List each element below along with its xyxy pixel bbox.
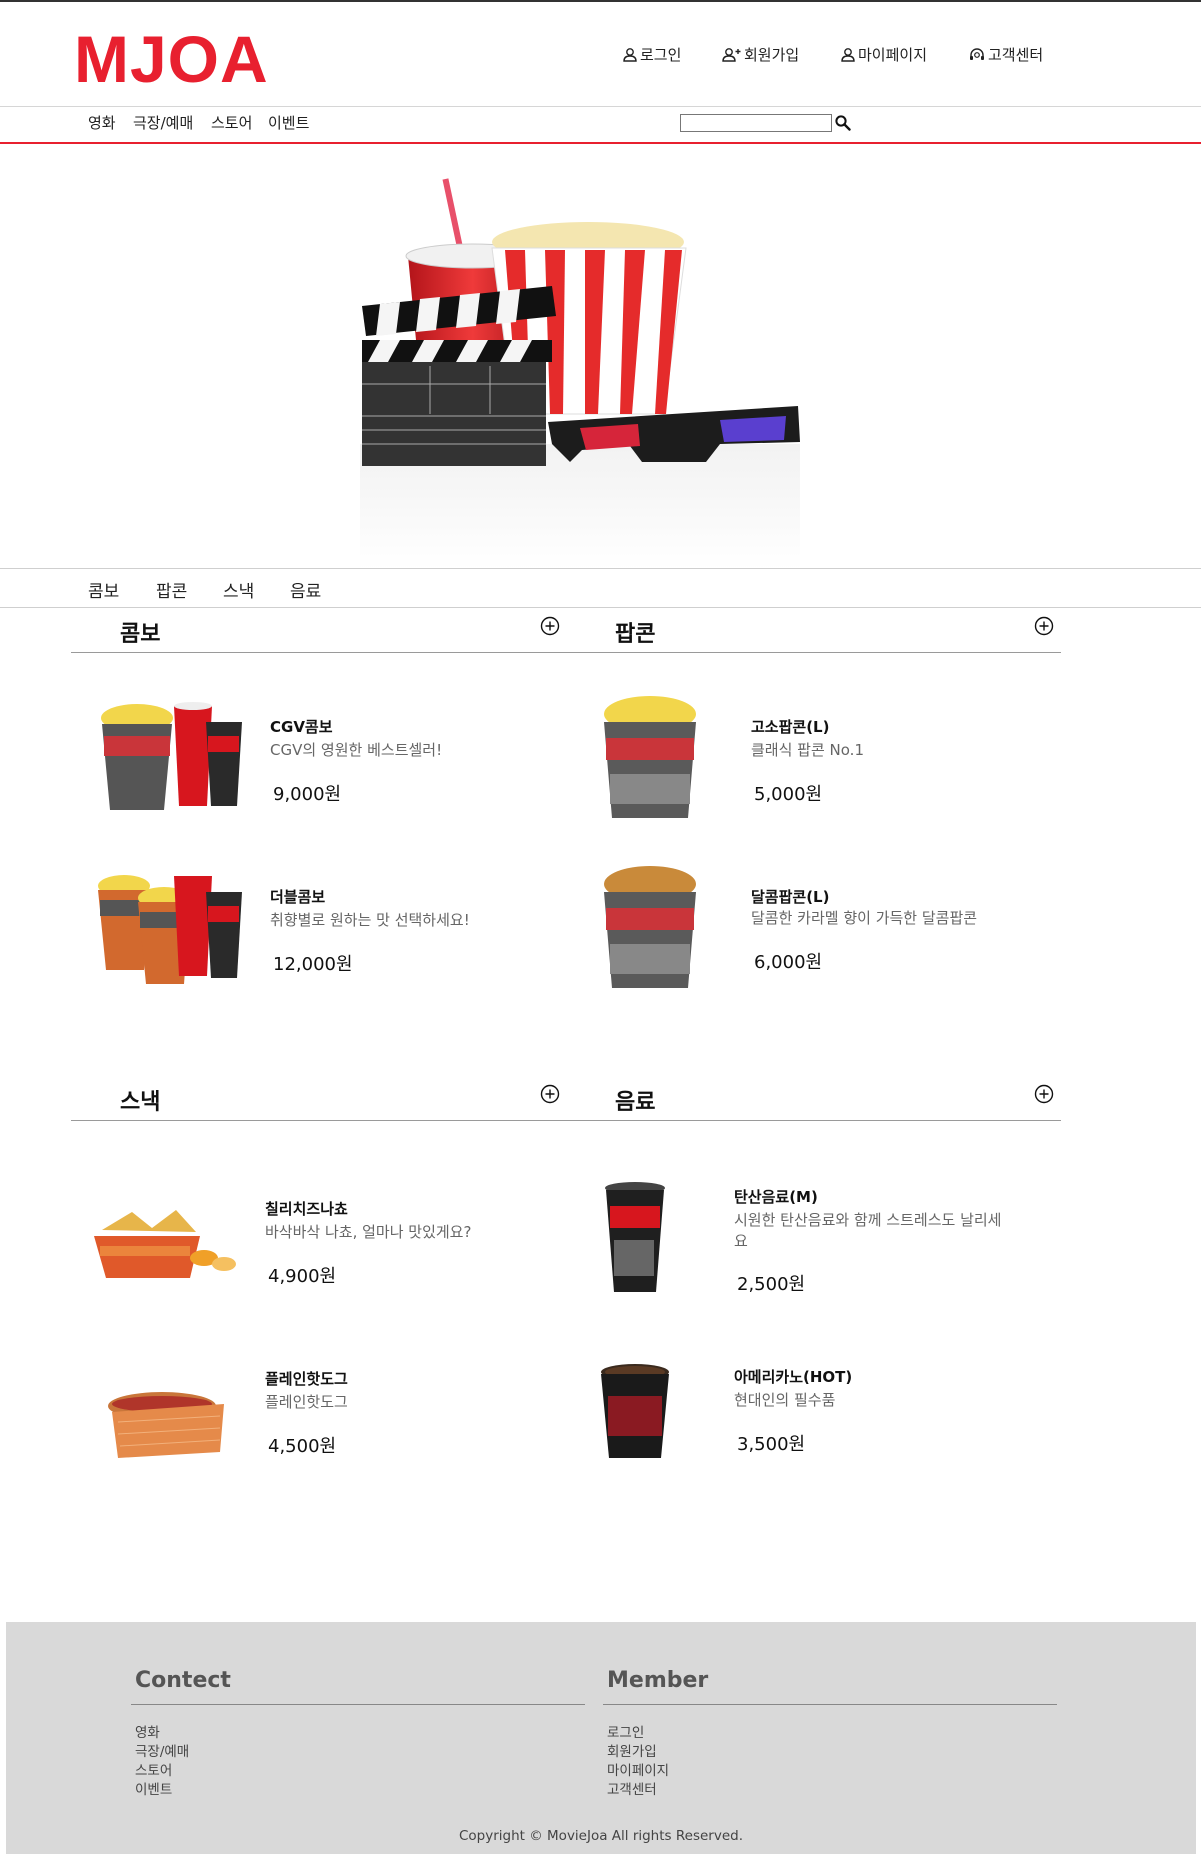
hero-bottom-divider: [0, 568, 1201, 569]
plus-circle-icon[interactable]: [540, 616, 560, 636]
cgv-combo-image: [101, 702, 242, 810]
product-price: 6,000원: [754, 952, 823, 973]
tab-popcorn[interactable]: 팝콘: [156, 577, 187, 602]
product-price: 3,500원: [737, 1434, 806, 1455]
section-title-popcorn: 팝콘: [615, 622, 656, 647]
plus-circle-icon[interactable]: [1034, 1084, 1054, 1104]
gnb-event[interactable]: 이벤트: [268, 112, 309, 133]
gnb-store[interactable]: 스토어: [211, 112, 252, 133]
section-title-snack: 스낵: [120, 1090, 161, 1115]
section-underline: [71, 652, 563, 653]
section-underline: [563, 652, 1061, 653]
signup-link[interactable]: 회원가입: [722, 44, 799, 65]
product-price: 4,500원: [268, 1436, 337, 1457]
section-underline: [71, 1120, 563, 1121]
product-name[interactable]: 아메리카노(HOT): [734, 1366, 852, 1387]
gnb-theater-booking[interactable]: 극장/예매: [133, 112, 193, 133]
product-price: 9,000원: [273, 784, 342, 805]
product-description: 클래식 팝콘 No.1: [751, 741, 864, 759]
user-plus-icon: [722, 47, 741, 62]
double-combo-image: [98, 875, 242, 984]
product-name[interactable]: 탄산음료(M): [734, 1186, 818, 1207]
footer-link-booking[interactable]: 극장/예매: [135, 1743, 189, 1762]
footer-link-login[interactable]: 로그인: [607, 1724, 644, 1743]
nachos-image: [94, 1210, 236, 1278]
product-price: 5,000원: [754, 784, 823, 805]
sweet-popcorn-image: [604, 866, 696, 988]
site-logo[interactable]: MJOA: [74, 26, 269, 92]
plus-circle-icon[interactable]: [540, 1084, 560, 1104]
footer-link-customer-center[interactable]: 고객센터: [607, 1781, 657, 1800]
user-icon: [841, 47, 855, 62]
product-name[interactable]: 달콤팝콘(L): [751, 886, 829, 907]
hero-image: [360, 178, 800, 570]
section-title-combo: 콤보: [120, 622, 161, 647]
tabs-divider: [0, 607, 1201, 608]
user-icon: [623, 47, 637, 62]
footer-divider: [131, 1704, 585, 1705]
product-description: 취향별로 원하는 맛 선택하세요!: [270, 911, 470, 929]
hotdog-image: [108, 1392, 224, 1458]
gnb-movie[interactable]: 영화: [88, 112, 116, 133]
copyright-text: Copyright © MovieJoa All rights Reserved…: [458, 1828, 743, 1844]
mypage-label: 마이페이지: [858, 46, 928, 64]
product-price: 4,900원: [268, 1266, 337, 1287]
header-divider: [0, 106, 1201, 107]
login-link[interactable]: 로그인: [622, 44, 681, 65]
footer-divider: [603, 1704, 1057, 1705]
footer: Contect 영화 극장/예매 스토어 이벤트 Member 로그인 회원가입…: [6, 1622, 1196, 1854]
mypage-link[interactable]: 마이페이지: [840, 44, 927, 65]
product-name[interactable]: 칠리치즈나쵸: [265, 1198, 348, 1219]
footer-link-movie[interactable]: 영화: [135, 1724, 160, 1743]
product-description: 현대인의 필수품: [734, 1391, 836, 1409]
plus-circle-icon[interactable]: [1034, 616, 1054, 636]
top-border: [0, 0, 1201, 2]
product-description: 바삭바삭 나쵸, 얼마나 맛있게요?: [265, 1223, 472, 1241]
product-name[interactable]: 고소팝콘(L): [751, 716, 829, 737]
tab-snack[interactable]: 스낵: [223, 577, 254, 602]
product-description: 플레인핫도그: [265, 1393, 348, 1411]
footer-link-signup[interactable]: 회원가입: [607, 1743, 657, 1762]
product-description: CGV의 영원한 베스트셀러!: [270, 741, 443, 759]
product-name[interactable]: CGV콤보: [270, 716, 333, 737]
customer-center-link[interactable]: 고객센터: [968, 44, 1043, 65]
product-price: 12,000원: [273, 954, 353, 975]
footer-contact-title: Contect: [135, 1668, 231, 1693]
section-underline: [563, 1120, 1061, 1121]
product-description: 시원한 탄산음료와 함께 스트레스도 날리세요: [734, 1211, 1002, 1250]
login-label: 로그인: [640, 46, 682, 64]
footer-member-title: Member: [607, 1668, 709, 1693]
footer-link-event[interactable]: 이벤트: [135, 1781, 172, 1800]
footer-link-store[interactable]: 스토어: [135, 1762, 172, 1781]
headset-icon: [970, 47, 984, 60]
product-name[interactable]: 플레인핫도그: [265, 1368, 348, 1389]
product-name[interactable]: 더블콤보: [270, 886, 325, 907]
soda-image: [605, 1182, 665, 1292]
americano-image: [601, 1364, 669, 1458]
tab-combo[interactable]: 콤보: [88, 577, 119, 602]
search-icon[interactable]: [834, 114, 852, 132]
product-price: 2,500원: [737, 1274, 806, 1295]
footer-link-mypage[interactable]: 마이페이지: [607, 1762, 669, 1781]
search-input[interactable]: [680, 114, 832, 132]
section-title-drink: 음료: [615, 1090, 656, 1115]
savory-popcorn-image: [604, 696, 696, 818]
customer-center-label: 고객센터: [988, 46, 1044, 64]
tab-drink[interactable]: 음료: [290, 577, 321, 602]
product-description: 달콤한 카라멜 향이 가득한 달콤팝콘: [751, 909, 978, 927]
signup-label: 회원가입: [744, 46, 800, 64]
